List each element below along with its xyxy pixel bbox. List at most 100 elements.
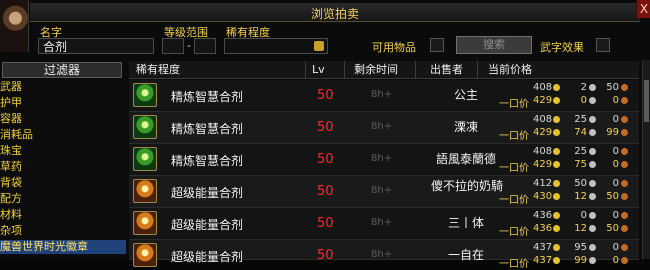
time-left: 8h+ [371, 89, 393, 100]
bid-silver: 25 [574, 114, 587, 125]
filter-category-materials[interactable]: 材料 [0, 208, 126, 222]
copper-coin-icon [621, 161, 628, 168]
filter-tab[interactable]: 过滤器 [2, 62, 122, 78]
item-level: 50 [317, 120, 334, 135]
gold-coin-icon [553, 212, 560, 219]
filter-category-weapons[interactable]: 武器 [0, 80, 126, 94]
item-level: 50 [317, 248, 334, 263]
current-bid: 408 2 50 [499, 82, 631, 94]
bid-silver: 50 [574, 178, 587, 189]
filter-category-consumables[interactable]: 消耗品 [0, 128, 126, 142]
level-max-input[interactable] [194, 38, 216, 54]
silver-coin-icon [589, 161, 596, 168]
buyout-label: 一口价 [499, 99, 529, 110]
silver-coin-icon [589, 84, 596, 91]
usable-label: 可用物品 [372, 41, 416, 54]
orange-flask-icon [133, 211, 157, 235]
filter-category-gems[interactable]: 珠宝 [0, 144, 126, 158]
filter-category-token[interactable]: 魔兽世界时光徽章 [0, 240, 126, 254]
bid-copper: 50 [606, 82, 619, 93]
rarity-dropdown[interactable] [224, 38, 328, 54]
col-price[interactable]: 当前价格 [488, 61, 532, 78]
filter-sidebar: 武器 护甲 容器 消耗品 珠宝 草药 背袋 配方 材料 杂项 魔兽世界时光徽章 [0, 80, 126, 259]
silver-coin-icon [589, 148, 596, 155]
buyout-label: 一口价 [499, 131, 529, 142]
table-row[interactable]: 超级能量合剂 50 8h+ 傻不拉的奶騎 412 50 0 一口价 430 12… [129, 176, 639, 208]
buyout-copper: 0 [612, 255, 619, 266]
gold-coin-icon [553, 97, 560, 104]
buyout-silver: 74 [574, 127, 587, 138]
silver-coin-icon [589, 225, 596, 232]
filter-category-containers[interactable]: 容器 [0, 112, 126, 126]
silver-coin-icon [589, 129, 596, 136]
buyout-copper: 99 [606, 127, 619, 138]
item-name: 精炼智慧合剂 [171, 154, 244, 168]
bid-gold: 408 [533, 82, 553, 93]
filter-category-armor[interactable]: 护甲 [0, 96, 126, 110]
copper-coin-icon [621, 116, 628, 123]
table-row[interactable]: 精炼智慧合剂 50 8h+ 語風泰蘭德 408 25 0 一口价 429 75 … [129, 144, 639, 176]
buyout-copper: 0 [612, 95, 619, 106]
filter-category-misc[interactable]: 杂项 [0, 224, 126, 238]
search-button[interactable]: 搜索 [456, 36, 532, 54]
gold-coin-icon [553, 148, 560, 155]
buyout-label: 一口价 [499, 259, 529, 270]
buyout-gold: 436 [533, 223, 553, 234]
col-separator [344, 61, 345, 78]
gold-coin-icon [553, 257, 560, 264]
table-row[interactable]: 超级能量合剂 50 8h+ 一自在 437 95 0 一口价 437 99 0 [129, 240, 639, 270]
auction-window: 浏览拍卖 X 名字 合剂 等级范围 - 稀有程度 可用物品 搜索 武字效果 过滤… [0, 0, 650, 270]
current-bid: 408 25 0 [499, 146, 631, 158]
copper-coin-icon [621, 212, 628, 219]
item-name: 精炼智慧合剂 [171, 122, 244, 136]
item-name: 超级能量合剂 [171, 186, 244, 200]
level-min-input[interactable] [162, 38, 184, 54]
filter-category-herbs[interactable]: 草药 [0, 160, 126, 174]
chevron-down-icon[interactable] [314, 41, 324, 51]
col-rarity[interactable]: 稀有程度 [136, 61, 180, 78]
bid-silver: 2 [580, 82, 587, 93]
item-level: 50 [317, 216, 334, 231]
orange-flask-icon [133, 179, 157, 203]
results-scrollbar[interactable] [642, 60, 650, 259]
copper-coin-icon [621, 97, 628, 104]
scrollbar-thumb[interactable] [644, 80, 649, 122]
silver-coin-icon [589, 180, 596, 187]
bid-copper: 0 [612, 146, 619, 157]
close-button[interactable]: X [636, 0, 650, 18]
buyout-price: 一口价 436 12 50 [499, 223, 631, 238]
table-row[interactable]: 超级能量合剂 50 8h+ 三丨体 436 0 0 一口价 436 12 50 [129, 208, 639, 240]
gold-coin-icon [553, 244, 560, 251]
bid-copper: 0 [612, 242, 619, 253]
table-row[interactable]: 精炼智慧合剂 50 8h+ 溧凍 408 25 0 一口价 429 74 99 [129, 112, 639, 144]
item-name: 超级能量合剂 [171, 218, 244, 232]
buyout-copper: 50 [606, 191, 619, 202]
current-bid: 436 0 0 [499, 210, 631, 222]
gold-coin-icon [553, 116, 560, 123]
copper-coin-icon [621, 180, 628, 187]
buyout-copper: 0 [612, 159, 619, 170]
col-separator [415, 61, 416, 78]
gold-coin-icon [553, 180, 560, 187]
exact-label: 武字效果 [540, 41, 584, 54]
time-left: 8h+ [371, 153, 393, 164]
filter-category-recipes[interactable]: 配方 [0, 192, 126, 206]
col-lv[interactable]: Lv [312, 61, 325, 78]
col-separator [305, 61, 306, 78]
bid-silver: 95 [574, 242, 587, 253]
table-row[interactable]: 精炼智慧合剂 50 8h+ 公主 408 2 50 一口价 429 0 0 [129, 80, 639, 112]
buyout-label: 一口价 [499, 195, 529, 206]
usable-checkbox[interactable] [430, 38, 444, 52]
title-bar: 浏览拍卖 [30, 3, 640, 22]
col-seller[interactable]: 出售者 [430, 61, 463, 78]
col-time-left[interactable]: 剩余时间 [354, 61, 398, 78]
silver-coin-icon [589, 212, 596, 219]
bid-copper: 0 [612, 178, 619, 189]
bid-gold: 408 [533, 114, 553, 125]
bid-silver: 25 [574, 146, 587, 157]
player-portrait [0, 0, 29, 52]
name-input[interactable]: 合剂 [38, 38, 154, 54]
green-flask-icon [133, 115, 157, 139]
exact-checkbox[interactable] [596, 38, 610, 52]
filter-category-bags[interactable]: 背袋 [0, 176, 126, 190]
